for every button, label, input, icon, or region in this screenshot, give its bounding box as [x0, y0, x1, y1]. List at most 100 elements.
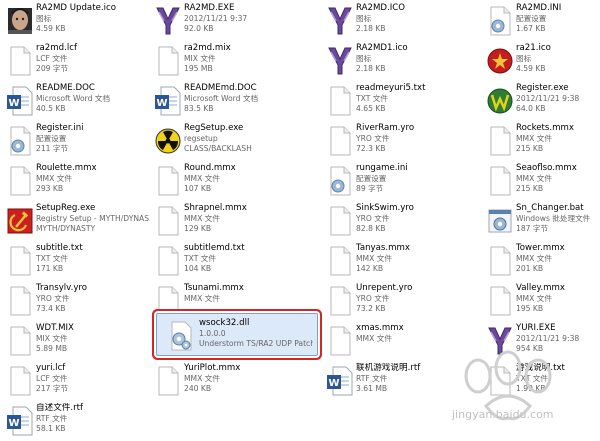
word-doc-icon: W — [326, 365, 354, 397]
file-item[interactable]: Register.exe 2012/11/21 9:38 64.0 KB — [482, 82, 600, 121]
file-type: MMX 文件 — [356, 254, 392, 263]
file-item[interactable]: ra2md.lcf LCF 文件 209 字节 — [2, 42, 152, 81]
file-type: Windows 批处理文件 — [516, 214, 591, 223]
file-item[interactable]: RiverRam.yro YRO 文件 72.3 KB — [322, 122, 472, 161]
file-type: MMX 文件 — [516, 174, 552, 183]
file-item[interactable]: subtitlemd.txt TXT 文件 104 KB — [150, 242, 300, 281]
file-size: 104 KB — [184, 264, 212, 273]
file-item[interactable]: W 联机游戏说明.rtf RTF 文件 3.61 MB — [322, 362, 472, 401]
file-meta: 联机游戏说明.rtf RTF 文件 3.61 MB — [356, 363, 470, 394]
file-name: xmas.mmx — [356, 323, 404, 333]
file-name: Register.ini — [36, 123, 84, 133]
yuri-logo-icon — [326, 45, 354, 77]
blank-file-icon — [486, 245, 514, 277]
file-meta: README.DOC Microsoft Word 文档 40.5 KB — [36, 83, 150, 114]
file-item[interactable]: RA2MD1.ico 图标 2.18 KB — [322, 42, 472, 81]
file-size: 73.2 KB — [356, 304, 386, 313]
file-item[interactable]: readmeyuri5.txt TXT 文件 4.65 KB — [322, 82, 472, 121]
file-name: wsock32.dll — [199, 318, 250, 328]
file-item[interactable]: SetupReg.exe Registry Setup - MYTH/DYNAS.… — [2, 202, 152, 241]
file-item[interactable]: Roulette.mmx MMX 文件 293 KB — [2, 162, 152, 201]
file-item[interactable]: W README.DOC Microsoft Word 文档 40.5 KB — [2, 82, 152, 121]
green-w-logo-icon — [486, 85, 514, 117]
file-item[interactable]: Rockets.mmx MMX 文件 215 KB — [482, 122, 600, 161]
file-item[interactable]: RA2MD.EXE 2012/11/21 9:37 92.0 KB — [150, 2, 300, 41]
file-type: 图标 — [356, 14, 372, 23]
file-item[interactable]: Tower.mmx MMX 文件 201 KB — [482, 242, 600, 281]
file-type: MMX 文件 — [516, 294, 552, 303]
file-item[interactable]: ra2md.mix MIX 文件 195 MB — [150, 42, 300, 81]
file-item[interactable]: subtitle.txt TXT 文件 171 KB — [2, 242, 152, 281]
file-item[interactable]: Unrepent.yro YRO 文件 73.2 KB — [322, 282, 472, 321]
file-item[interactable]: W READMEmd.DOC Microsoft Word 文档 83.5 KB — [150, 82, 300, 121]
file-size: 4.59 KB — [516, 64, 546, 73]
file-item[interactable]: xmas.mmx MMX 文件 — [322, 322, 472, 361]
file-type: TXT 文件 — [516, 374, 548, 383]
file-meta: 游戏说明.txt TXT 文件 1.99 KB — [516, 363, 600, 394]
file-size: 195 KB — [516, 304, 544, 313]
file-item[interactable]: RegSetup.exe regsetup CLASS/BACKLASH — [150, 122, 300, 161]
file-item[interactable]: RA2MD.INI 配置设置 1.67 KB — [482, 2, 600, 41]
file-meta: subtitlemd.txt TXT 文件 104 KB — [184, 243, 298, 274]
file-meta: Roulette.mmx MMX 文件 293 KB — [36, 163, 150, 194]
file-size: 215 KB — [516, 144, 544, 153]
blank-file-icon — [486, 285, 514, 317]
blank-file-icon — [326, 85, 354, 117]
file-item[interactable]: SinkSwim.yro YRO 文件 82.8 KB — [322, 202, 472, 241]
file-meta: Valley.mmx MMX 文件 195 KB — [516, 283, 600, 314]
file-type: YRO 文件 — [356, 134, 390, 143]
file-name: ra2md.mix — [184, 43, 231, 53]
file-item[interactable]: Round.mmx MMX 文件 107 KB — [150, 162, 300, 201]
file-name: readmeyuri5.txt — [356, 83, 426, 93]
file-size: 4.59 KB — [36, 24, 66, 33]
file-item[interactable]: rungame.ini 配置设置 89 字节 — [322, 162, 472, 201]
file-item[interactable]: Sn_Changer.bat Windows 批处理文件 187 字节 — [482, 202, 600, 241]
file-type: 1.0.0.0 — [199, 329, 226, 338]
dll-gear-icon — [167, 320, 195, 352]
file-name: RegSetup.exe — [184, 123, 244, 133]
file-item[interactable]: Transylv.yro YRO 文件 73.4 KB — [2, 282, 152, 321]
file-type: MMX 文件 — [356, 334, 392, 343]
file-name: 自述文件.rtf — [36, 403, 84, 413]
file-meta: Register.ini 配置设置 211 字节 — [36, 123, 150, 154]
file-meta: Transylv.yro YRO 文件 73.4 KB — [36, 283, 150, 314]
file-size: 201 KB — [516, 264, 544, 273]
file-name: yuri.lcf — [36, 363, 66, 373]
radiation-icon — [154, 125, 182, 157]
file-item[interactable]: YuriPlot.mmx MMX 文件 240 KB — [150, 362, 300, 401]
file-item[interactable]: yuri.lcf LCF 文件 217 字节 — [2, 362, 152, 401]
blank-file-icon — [326, 245, 354, 277]
file-item[interactable]: 游戏说明.txt TXT 文件 1.99 KB — [482, 362, 600, 401]
file-item[interactable]: Seaoflso.mmx MMX 文件 215 KB — [482, 162, 600, 201]
file-size: 954 KB — [516, 344, 544, 353]
file-item[interactable]: Tanyas.mmx MMX 文件 142 KB — [322, 242, 472, 281]
file-item[interactable]: Shrapnel.mmx MMX 文件 129 KB — [150, 202, 300, 241]
file-size: 40.5 KB — [36, 104, 66, 113]
file-size: 5.89 MB — [36, 344, 68, 353]
file-item[interactable]: Register.ini 配置设置 211 字节 — [2, 122, 152, 161]
file-name: Valley.mmx — [516, 283, 565, 293]
file-item[interactable]: Valley.mmx MMX 文件 195 KB — [482, 282, 600, 321]
file-type: TXT 文件 — [184, 254, 216, 263]
file-size: 2.18 KB — [356, 64, 386, 73]
file-item[interactable]: W 自述文件.rtf RTF 文件 58.1 KB — [2, 402, 152, 441]
file-name: Shrapnel.mmx — [184, 203, 247, 213]
file-name: SetupReg.exe — [36, 203, 96, 213]
file-name: Tanyas.mmx — [356, 243, 410, 253]
file-size: 89 字节 — [356, 184, 384, 193]
file-item[interactable]: RA2MD.ICO 图标 2.18 KB — [322, 2, 472, 41]
file-item-selected[interactable]: wsock32.dll 1.0.0.0 Understorm TS/RA2 UDP … — [156, 313, 318, 356]
file-type: MMX 文件 — [184, 174, 220, 183]
file-item[interactable]: WDT.MIX MIX 文件 5.89 MB — [2, 322, 152, 361]
settings-file-icon — [326, 165, 354, 197]
file-meta: RA2MD Update.ico 图标 4.59 KB — [36, 3, 150, 34]
file-item[interactable]: RA2MD Update.ico 图标 4.59 KB — [2, 2, 152, 41]
file-name: Rockets.mmx — [516, 123, 574, 133]
file-meta: WDT.MIX MIX 文件 5.89 MB — [36, 323, 150, 354]
file-item[interactable]: ra21.ico 图标 4.59 KB — [482, 42, 600, 81]
blank-file-icon — [486, 165, 514, 197]
file-type: 图标 — [356, 54, 372, 63]
file-size: 293 KB — [36, 184, 64, 193]
file-size: 215 KB — [516, 184, 544, 193]
file-item[interactable]: YURI.EXE 2012/11/21 9:38 954 KB — [482, 322, 600, 361]
